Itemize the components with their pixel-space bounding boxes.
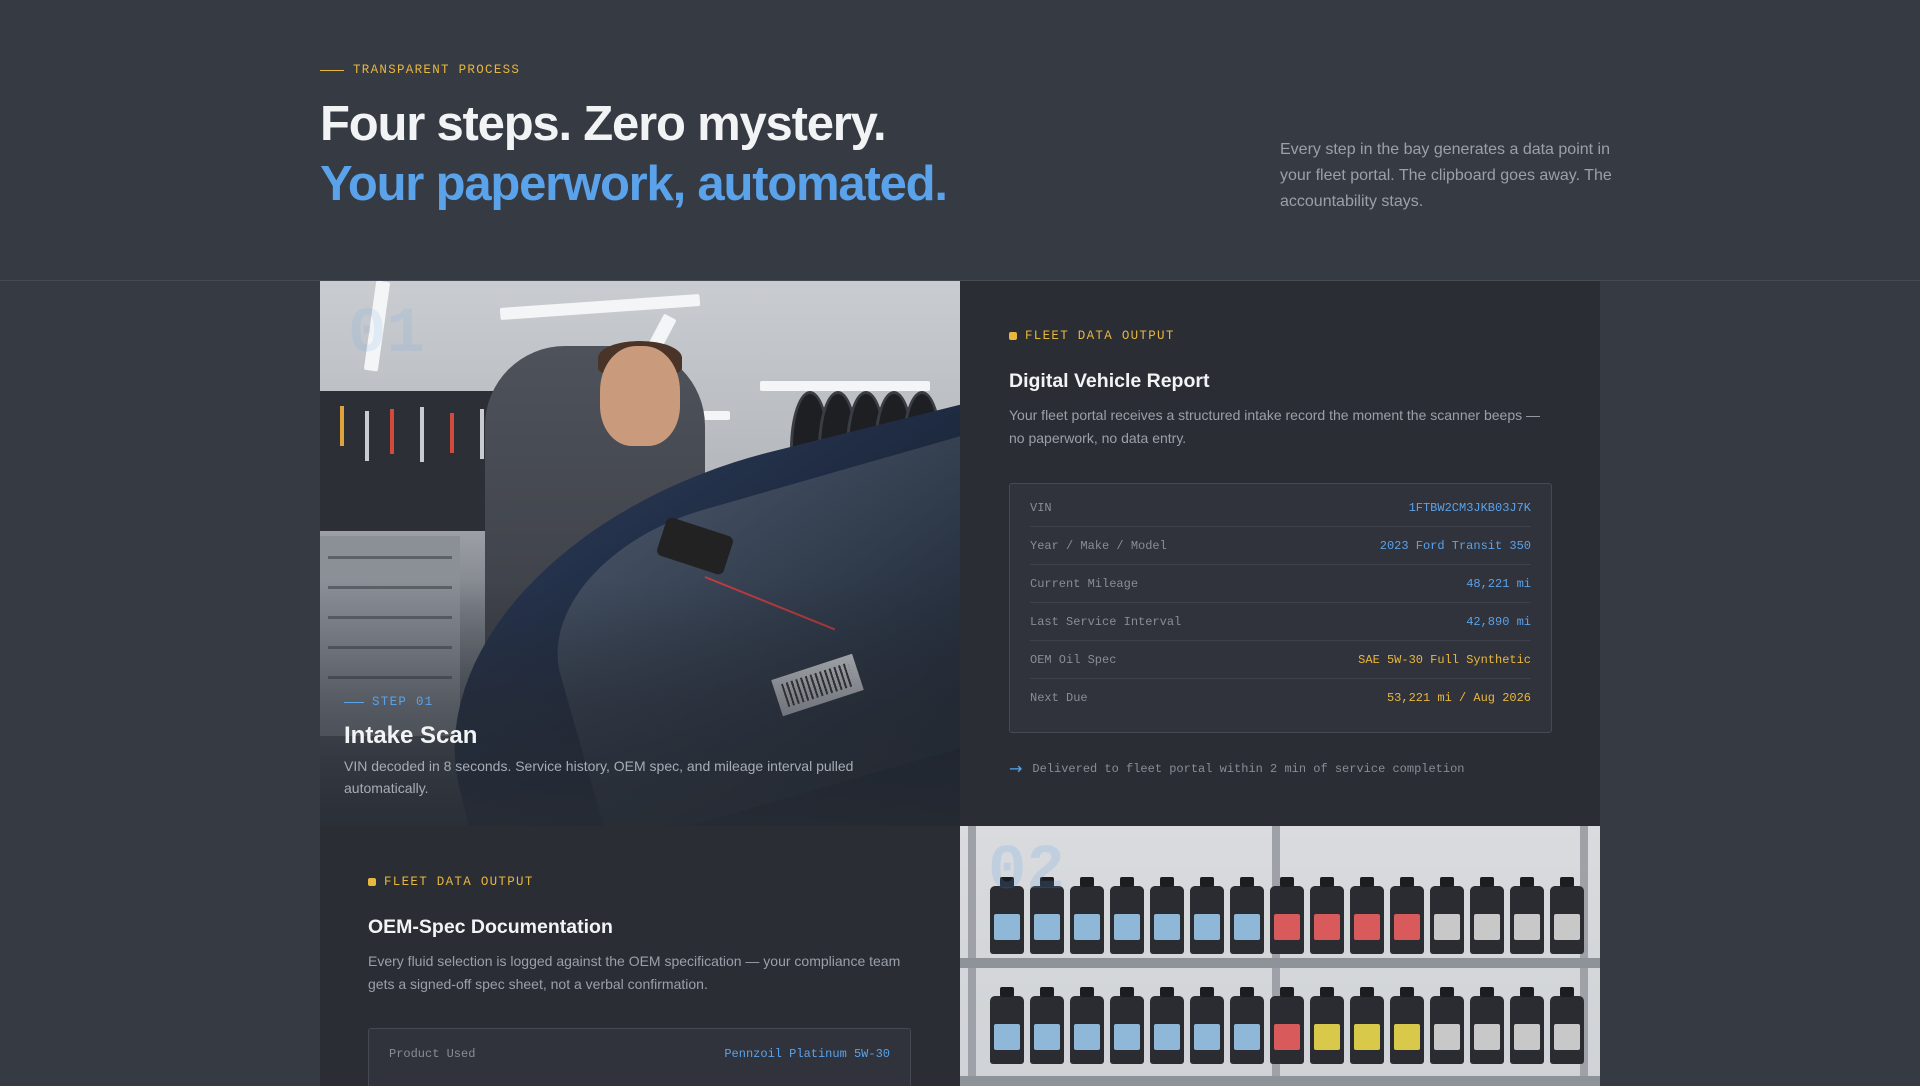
table-row: Product Used Pennzoil Platinum 5W-30 [389, 1035, 890, 1072]
row-key: OEM Oil Spec [1030, 652, 1117, 667]
delivery-note-text: Delivered to fleet portal within 2 min o… [1032, 761, 1465, 776]
oil-bottle [1510, 877, 1544, 954]
oil-bottle [1270, 987, 1304, 1064]
step-description: VIN decoded in 8 seconds. Service histor… [344, 758, 854, 796]
step-number-watermark: 02 [988, 836, 1065, 908]
oil-bottle [1270, 877, 1304, 954]
report-description: Your fleet portal receives a structured … [1009, 407, 1540, 446]
vehicle-report-table: VIN 1FTBW2CM3JKB03J7K Year / Make / Mode… [1009, 483, 1552, 733]
oil-bottle [1510, 987, 1544, 1064]
oem-spec-table: Product Used Pennzoil Platinum 5W-30 [368, 1028, 911, 1086]
row-value: 1FTBW2CM3JKB03J7K [1408, 500, 1531, 515]
row-value: SAE 5W-30 Full Synthetic [1358, 652, 1531, 667]
fleet-output-tag: FLEET DATA OUTPUT [368, 875, 534, 889]
eyebrow-line [320, 69, 344, 71]
row-key: Next Due [1030, 690, 1088, 705]
row-value: 42,890 mi [1466, 614, 1531, 629]
report-title: Digital Vehicle Report [1009, 370, 1210, 392]
oil-bottle [1470, 987, 1504, 1064]
oil-bottle [1110, 877, 1144, 954]
step-number-watermark: 01 [348, 299, 425, 371]
headline-primary: Four steps. Zero mystery. [320, 97, 887, 151]
section-eyebrow: TRANSPARENT PROCESS [320, 63, 520, 77]
oil-bottle [1430, 987, 1464, 1064]
oil-bottle [1350, 877, 1384, 954]
oil-bottle [1350, 987, 1384, 1064]
fleet-output-tag-text: FLEET DATA OUTPUT [384, 875, 534, 889]
oil-bottle [1550, 877, 1584, 954]
row-value: 53,221 mi / Aug 2026 [1386, 690, 1531, 705]
row-key: Year / Make / Model [1030, 538, 1167, 553]
step-title: Intake Scan [344, 722, 478, 749]
row-key: Current Mileage [1030, 576, 1139, 591]
oil-bottle [1550, 987, 1584, 1064]
oil-bottle [1430, 877, 1464, 954]
eyebrow-text: TRANSPARENT PROCESS [353, 63, 521, 77]
oil-bottle [1070, 877, 1104, 954]
step-card-intake-scan: 01 STEP 01 Intake Scan VIN decoded in 8 … [320, 281, 960, 826]
fleet-output-card-oem: FLEET DATA OUTPUT OEM-Spec Documentation… [320, 826, 960, 1086]
delivery-note: → Delivered to fleet portal within 2 min… [1009, 759, 1464, 778]
table-row: Current Mileage 48,221 mi [1030, 565, 1531, 603]
oil-bottle [1230, 987, 1264, 1064]
step-label-text: STEP 01 [372, 695, 434, 709]
oil-bottle [1310, 877, 1344, 954]
oil-bottle [1390, 877, 1424, 954]
tag-dot-icon [1009, 332, 1017, 340]
arrow-right-icon: → [1009, 759, 1023, 778]
table-row: VIN 1FTBW2CM3JKB03J7K [1030, 489, 1531, 527]
table-row: Last Service Interval 42,890 mi [1030, 603, 1531, 641]
oil-bottle [1230, 877, 1264, 954]
tag-dot-icon [368, 878, 376, 886]
oil-bottle [1470, 877, 1504, 954]
oem-title: OEM-Spec Documentation [368, 916, 613, 938]
table-row: OEM Oil Spec SAE 5W-30 Full Synthetic [1030, 641, 1531, 679]
step-label-line [344, 701, 364, 703]
row-key: VIN [1030, 500, 1052, 515]
oil-bottle [1110, 987, 1144, 1064]
oil-bottle [1190, 987, 1224, 1064]
row-key: Product Used [389, 1046, 476, 1061]
table-row: Next Due 53,221 mi / Aug 2026 [1030, 679, 1531, 716]
oil-bottle [1390, 987, 1424, 1064]
fleet-output-tag: FLEET DATA OUTPUT [1009, 329, 1175, 343]
row-key: Last Service Interval [1030, 614, 1182, 629]
oil-bottle [1150, 877, 1184, 954]
step-card-oil-selection: 02 [960, 826, 1600, 1086]
headline-accent: Your paperwork, automated. [320, 157, 948, 211]
table-row: Year / Make / Model 2023 Ford Transit 35… [1030, 527, 1531, 565]
row-value: Pennzoil Platinum 5W-30 [724, 1046, 890, 1061]
fleet-output-card-report: FLEET DATA OUTPUT Digital Vehicle Report… [960, 281, 1600, 826]
oil-bottle [1070, 987, 1104, 1064]
oem-description: Every fluid selection is logged against … [368, 953, 901, 992]
oil-bottle [1190, 877, 1224, 954]
oil-bottle [1030, 987, 1064, 1064]
row-value: 2023 Ford Transit 350 [1379, 538, 1531, 553]
fleet-output-tag-text: FLEET DATA OUTPUT [1025, 329, 1175, 343]
step-label: STEP 01 [344, 695, 434, 709]
oil-bottle [990, 987, 1024, 1064]
oil-bottle [1310, 987, 1344, 1064]
oil-bottle [1150, 987, 1184, 1064]
row-value: 48,221 mi [1466, 576, 1531, 591]
section-intro: Every step in the bay generates a data p… [1280, 141, 1612, 210]
